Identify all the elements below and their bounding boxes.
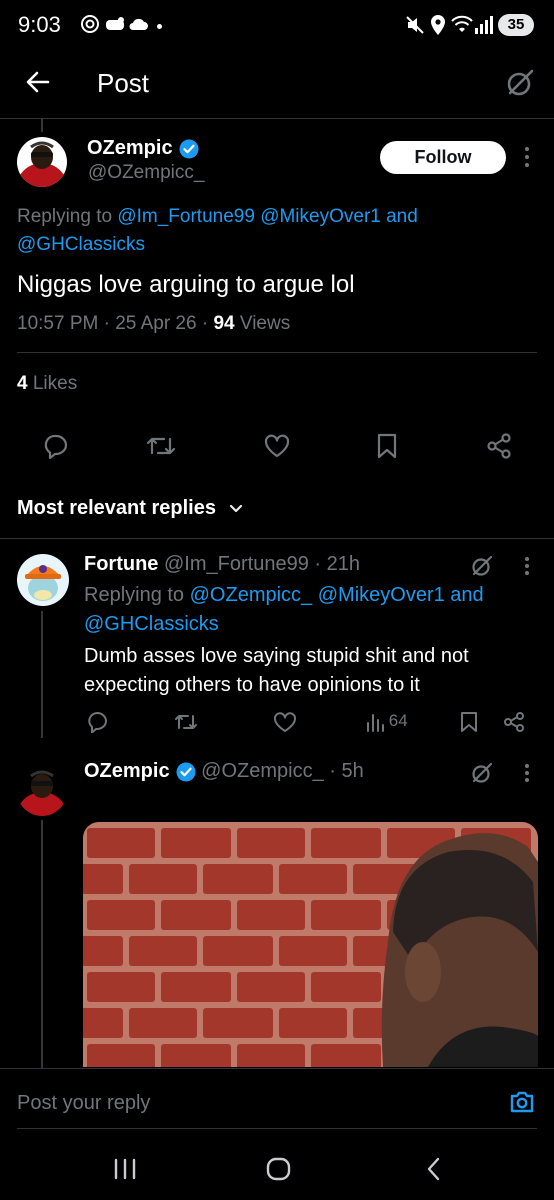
back-nav-icon[interactable]	[425, 1157, 443, 1181]
like-icon[interactable]	[263, 433, 291, 459]
thread-line	[41, 611, 43, 738]
replies-divider	[0, 538, 554, 539]
post-time: 10:57 PM	[17, 313, 99, 334]
like-icon[interactable]	[273, 711, 297, 733]
replying-mentions-2[interactable]: @GHClassicks	[17, 234, 145, 255]
repost-icon[interactable]	[174, 711, 198, 733]
likes-stat[interactable]: 4 Likes	[17, 373, 77, 395]
post-author-avatar[interactable]	[17, 137, 67, 187]
likes-label[interactable]: Likes	[33, 373, 77, 394]
reply-replying-mentions-2[interactable]: @GHClassicks	[84, 613, 219, 635]
status-time: 9:03	[18, 12, 61, 37]
likes-count[interactable]: 4	[17, 373, 28, 394]
reply2-gif-media[interactable]	[83, 822, 538, 1067]
reply2-age: · 5h	[329, 760, 364, 782]
replying-prefix: Replying to	[17, 206, 113, 227]
game-controller-icon	[105, 15, 127, 33]
cloud-icon	[128, 17, 148, 31]
battery-indicator: 35	[498, 14, 534, 36]
reply2-author-handle[interactable]: @OZempicc_	[201, 760, 324, 782]
reply-replying-to: Replying to @OZempicc_ @MikeyOver1 and @…	[84, 581, 544, 639]
views-label[interactable]: Views	[240, 313, 290, 334]
meta-sep-2: ·	[201, 313, 209, 334]
thread-line	[41, 118, 43, 132]
verified-badge-icon	[179, 139, 199, 159]
bookmark-icon[interactable]	[460, 711, 478, 733]
reply-text-line2: expecting others to have opinions to it	[84, 674, 420, 696]
replying-mentions[interactable]: @Im_Fortune99 @MikeyOver1 and	[117, 206, 417, 227]
location-icon	[430, 14, 446, 36]
post-meta: 10:57 PM · 25 Apr 26 · 94 Views	[17, 313, 290, 335]
reply-header: Fortune @Im_Fortune99 · 21h	[84, 553, 360, 576]
meta-sep: ·	[103, 313, 110, 334]
reply-views[interactable]: 64	[366, 711, 408, 732]
status-bar: 9:03 35	[0, 0, 554, 52]
verified-badge-icon	[176, 762, 196, 782]
header-divider	[0, 118, 554, 119]
post-text: Niggas love arguing to argue lol	[17, 271, 355, 298]
views-count[interactable]: 94	[213, 313, 234, 334]
page-title: Post	[97, 68, 150, 98]
repost-icon[interactable]	[146, 433, 176, 459]
reply-input[interactable]: Post your reply	[17, 1092, 477, 1115]
reply-icon[interactable]	[43, 433, 69, 459]
reply-text: Dumb asses love saying stupid shit and n…	[84, 642, 544, 700]
more-options-icon[interactable]	[524, 146, 530, 168]
camera-icon[interactable]	[508, 1089, 536, 1115]
follow-button[interactable]: Follow	[380, 141, 506, 174]
reply-icon[interactable]	[86, 711, 108, 733]
reply2-author-name[interactable]: OZempic	[84, 760, 170, 782]
reply-age: · 21h	[314, 553, 360, 575]
more-options-icon[interactable]	[524, 556, 530, 576]
grok-icon[interactable]	[471, 762, 493, 784]
share-icon[interactable]	[503, 711, 525, 733]
recent-apps-icon[interactable]	[113, 1158, 137, 1180]
post-author-name[interactable]: OZempic	[87, 137, 199, 160]
post-replying-to: Replying to @Im_Fortune99 @MikeyOver1 an…	[17, 203, 537, 259]
grok-icon[interactable]	[471, 555, 493, 577]
reply-replying-mentions[interactable]: @OZempicc_ @MikeyOver1 and	[190, 584, 484, 606]
signal-icon	[474, 13, 494, 35]
analytics-icon[interactable]	[366, 712, 384, 732]
chevron-down-icon[interactable]	[228, 503, 244, 515]
thread-line	[41, 820, 43, 1068]
reply-author-handle[interactable]: @Im_Fortune99	[164, 553, 309, 575]
post-date: 25 Apr 26	[115, 313, 197, 334]
replies-sort-dropdown[interactable]: Most relevant replies	[17, 497, 244, 520]
home-icon[interactable]	[266, 1157, 292, 1181]
back-arrow-icon[interactable]	[24, 68, 52, 96]
share-icon[interactable]	[485, 432, 513, 460]
reply-views-count[interactable]: 64	[389, 711, 408, 730]
bookmark-icon[interactable]	[376, 432, 398, 460]
reply-author-name[interactable]: Fortune	[84, 553, 158, 575]
notification-dot-icon	[157, 24, 162, 29]
composer-bottom-divider	[17, 1128, 537, 1129]
grok-icon[interactable]	[505, 68, 535, 98]
reply-replying-prefix: Replying to	[84, 584, 185, 606]
more-options-icon[interactable]	[524, 763, 530, 783]
reply2-header: OZempic @OZempicc_ · 5h	[84, 760, 364, 783]
reply2-author-avatar[interactable]	[17, 766, 67, 816]
wifi-icon	[451, 14, 473, 34]
threads-icon	[80, 14, 100, 34]
post-divider	[17, 352, 537, 353]
post-author-handle[interactable]: @OZempicc_	[88, 162, 204, 184]
replies-sort-label[interactable]: Most relevant replies	[17, 497, 216, 519]
composer-top-divider	[0, 1068, 554, 1069]
reply-text-line1: Dumb asses love saying stupid shit and n…	[84, 645, 469, 667]
mute-icon	[405, 15, 425, 35]
reply-author-avatar[interactable]	[17, 554, 69, 606]
post-author-name-text[interactable]: OZempic	[87, 137, 173, 159]
